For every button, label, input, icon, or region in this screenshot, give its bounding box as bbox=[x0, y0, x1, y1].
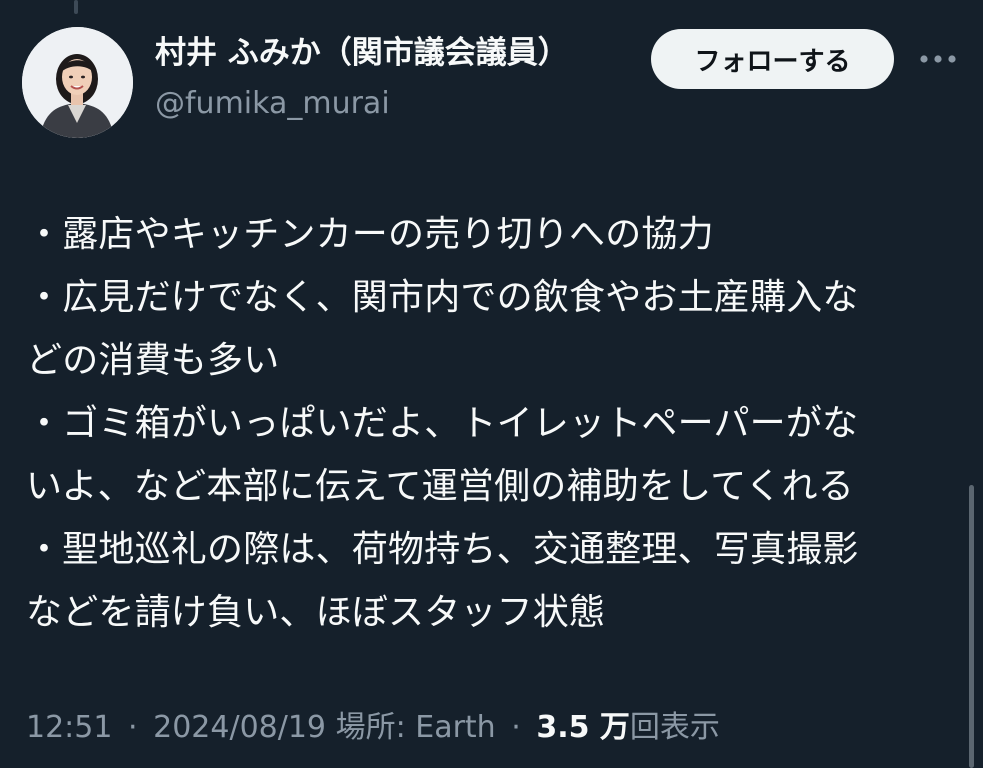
meta-separator: · bbox=[511, 710, 521, 745]
tweet-text-line: いよ、など本部に伝えて運営側の補助をしてくれる bbox=[26, 466, 854, 507]
location-label: 場所: bbox=[335, 710, 406, 745]
tweet-text-line: どの消費も多い bbox=[26, 340, 280, 381]
author-display-name[interactable]: 村井 ふみか（関市議会議員） bbox=[155, 38, 569, 69]
tweet-text-line: ・広見だけでなく、関市内での飲食やお土産購入な bbox=[26, 277, 859, 318]
tweet-metadata: 12:51 · 2024/08/19 場所: Earth · 3.5 万回表示 bbox=[26, 708, 720, 748]
thread-connector-line bbox=[74, 0, 78, 14]
views-label: 回表示 bbox=[629, 710, 720, 745]
author-handle[interactable]: @fumika_murai bbox=[155, 89, 390, 119]
more-button[interactable] bbox=[916, 42, 960, 76]
tweet-text: ・露店やキッチンカーの売り切りへの協力 ・広見だけでなく、関市内での飲食やお土産… bbox=[26, 203, 956, 644]
tweet-location: Earth bbox=[415, 710, 496, 745]
tweet-date[interactable]: 2024/08/19 bbox=[153, 710, 326, 745]
tweet-text-line: ・露店やキッチンカーの売り切りへの協力 bbox=[26, 214, 714, 255]
follow-button[interactable]: フォローする bbox=[651, 29, 894, 89]
meta-separator: · bbox=[128, 710, 138, 745]
tweet-time[interactable]: 12:51 bbox=[26, 710, 112, 745]
tweet-text-line: ・聖地巡礼の際は、荷物持ち、交通整理、写真撮影 bbox=[26, 529, 859, 570]
scrollbar[interactable] bbox=[969, 485, 974, 768]
author-avatar[interactable] bbox=[22, 27, 133, 138]
avatar-image bbox=[22, 27, 133, 138]
tweet-text-line: ・ゴミ箱がいっぱいだよ、トイレットペーパーがな bbox=[26, 403, 859, 444]
more-horizontal-icon bbox=[920, 55, 956, 63]
views-count[interactable]: 3.5 万 bbox=[536, 710, 630, 745]
tweet-text-line: などを請け負い、ほぼスタッフ状態 bbox=[26, 592, 606, 633]
